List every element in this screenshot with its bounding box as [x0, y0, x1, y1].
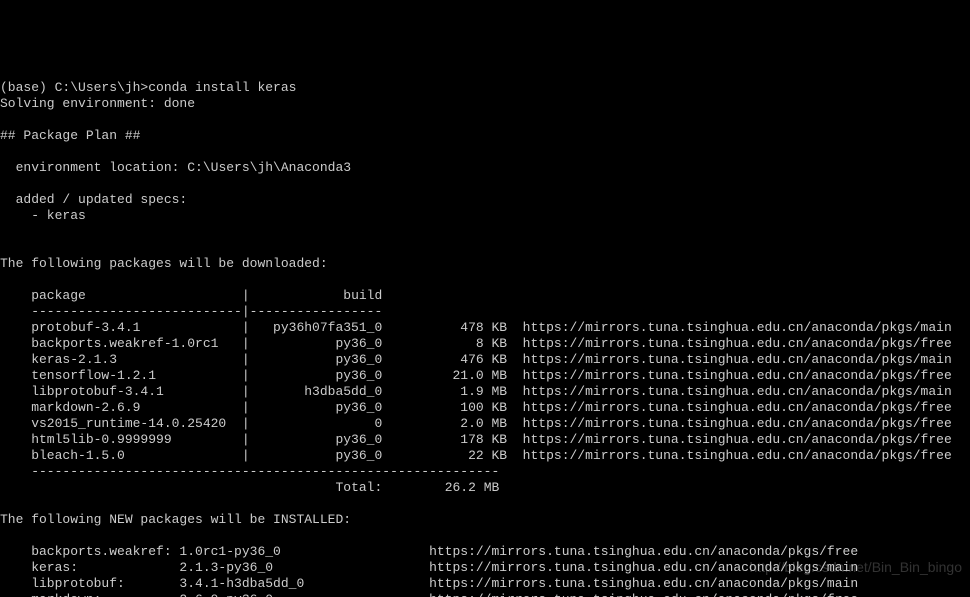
table-divider: ---------------------------|------------… — [0, 304, 382, 319]
download-row: keras-2.1.3 | py36_0 476 KB https://mirr… — [0, 352, 952, 367]
env-location: environment location: C:\Users\jh\Anacon… — [0, 160, 351, 175]
command-text: conda install keras — [148, 80, 296, 95]
install-row: libprotobuf: 3.4.1-h3dba5dd_0 https://mi… — [0, 576, 858, 591]
download-row: html5lib-0.9999999 | py36_0 178 KB https… — [0, 432, 952, 447]
table-bottom-divider: ----------------------------------------… — [0, 464, 499, 479]
install-rows: backports.weakref: 1.0rc1-py36_0 https:/… — [0, 544, 970, 597]
blank — [0, 496, 8, 511]
shell-prompt: (base) C:\Users\jh> — [0, 80, 148, 95]
download-row: backports.weakref-1.0rc1 | py36_0 8 KB h… — [0, 336, 952, 351]
download-row: protobuf-3.4.1 | py36h07fa351_0 478 KB h… — [0, 320, 952, 335]
install-header: The following NEW packages will be INSTA… — [0, 512, 351, 527]
plan-header: ## Package Plan ## — [0, 128, 140, 143]
total-line: Total: 26.2 MB — [0, 480, 499, 495]
blank — [0, 528, 8, 543]
prompt-line: (base) C:\Users\jh>conda install keras — [0, 80, 296, 95]
download-row: tensorflow-1.2.1 | py36_0 21.0 MB https:… — [0, 368, 952, 383]
download-row: libprotobuf-3.4.1 | h3dba5dd_0 1.9 MB ht… — [0, 384, 952, 399]
install-row: markdown: 2.6.9-py36_0 https://mirrors.t… — [0, 592, 858, 597]
blank — [0, 272, 8, 287]
blank — [0, 240, 8, 255]
terminal-output[interactable]: (base) C:\Users\jh>conda install keras S… — [0, 80, 970, 597]
table-header: package | build — [0, 288, 382, 303]
download-rows: protobuf-3.4.1 | py36h07fa351_0 478 KB h… — [0, 320, 970, 464]
install-row: keras: 2.1.3-py36_0 https://mirrors.tuna… — [0, 560, 858, 575]
download-row: vs2015_runtime-14.0.25420 | 0 2.0 MB htt… — [0, 416, 952, 431]
specs-item: - keras — [0, 208, 86, 223]
install-row: backports.weakref: 1.0rc1-py36_0 https:/… — [0, 544, 858, 559]
download-row: bleach-1.5.0 | py36_0 22 KB https://mirr… — [0, 448, 952, 463]
download-row: markdown-2.6.9 | py36_0 100 KB https://m… — [0, 400, 952, 415]
solving-line: Solving environment: done — [0, 96, 195, 111]
specs-header: added / updated specs: — [0, 192, 187, 207]
blank — [0, 112, 8, 127]
blank — [0, 176, 8, 191]
download-header: The following packages will be downloade… — [0, 256, 328, 271]
blank — [0, 144, 8, 159]
blank — [0, 224, 8, 239]
